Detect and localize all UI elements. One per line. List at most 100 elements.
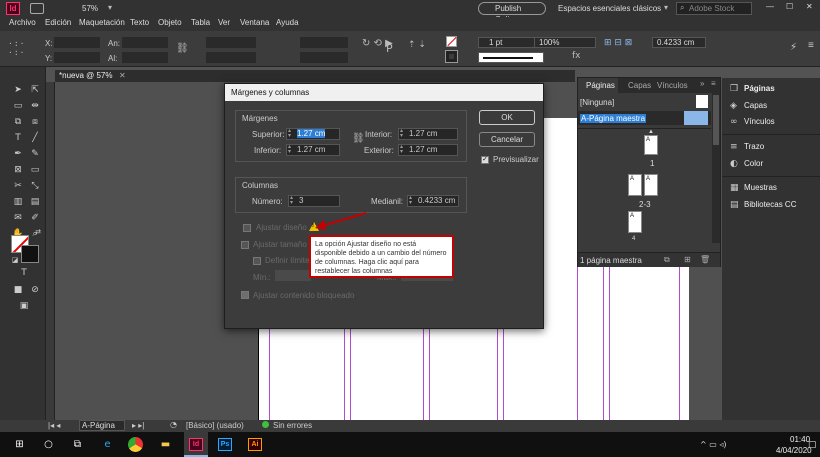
stepper-icon[interactable]: ▴ ▾ xyxy=(400,128,403,139)
taskbar-indesign[interactable]: Id xyxy=(184,432,208,457)
reference-point-icon[interactable]: ·:· ·:· xyxy=(8,39,25,57)
constrain-proportions-icon[interactable]: ⛓ xyxy=(176,43,189,54)
page-4-thumb[interactable]: A xyxy=(628,211,642,233)
minimize-icon[interactable]: — xyxy=(766,2,774,11)
define-limits-checkbox[interactable] xyxy=(253,257,261,265)
link-margins-icon[interactable]: ⛓ xyxy=(352,133,365,144)
apply-none-icon[interactable]: ⊘ xyxy=(29,285,41,296)
page-2-thumb[interactable]: A xyxy=(628,174,642,196)
dock-pages[interactable]: ❒ Páginas xyxy=(730,84,775,94)
adjust-layout-checkbox[interactable] xyxy=(243,224,251,232)
cancel-button[interactable]: Cancelar xyxy=(479,132,535,147)
free-transform-tool-icon[interactable]: ⤡ xyxy=(29,181,41,192)
apply-color-icon[interactable]: ■ xyxy=(12,285,24,296)
warning-tooltip[interactable]: La opción Ajustar diseño no está disponi… xyxy=(309,235,454,278)
rotate-field[interactable] xyxy=(300,37,348,48)
inside-margin-field[interactable]: ▴ ▾ 1.27 cm xyxy=(398,128,458,140)
notifications-icon[interactable]: ▢ xyxy=(808,440,817,450)
min-field[interactable] xyxy=(275,270,311,281)
content-collector-icon[interactable]: ⧉ xyxy=(12,117,24,128)
formatting-text-icon[interactable]: T xyxy=(18,268,30,279)
menu-ver[interactable]: Ver xyxy=(218,18,230,27)
eyedropper-tool-icon[interactable]: ✐ xyxy=(29,213,41,224)
page-1-thumb[interactable]: A xyxy=(644,135,658,155)
menu-ayuda[interactable]: Ayuda xyxy=(276,18,299,27)
gradient-feather-tool-icon[interactable]: ▤ xyxy=(29,197,41,208)
scissors-tool-icon[interactable]: ✂ xyxy=(12,181,24,192)
panel-options-icon[interactable]: ≡ xyxy=(711,79,716,88)
swap-colors-icon[interactable]: ⇄ xyxy=(32,227,44,238)
stepper-icon[interactable]: ▴ ▾ xyxy=(400,144,403,155)
outside-margin-field[interactable]: ▴ ▾ 1.27 cm xyxy=(398,144,458,156)
dock-stroke[interactable]: ≡ Trazo xyxy=(730,142,764,152)
tab-layers[interactable]: Capas xyxy=(628,81,651,90)
spacing-field[interactable]: 0.4233 cm xyxy=(652,37,706,48)
delete-page-icon[interactable]: 🗑 xyxy=(700,255,710,264)
direct-selection-tool-icon[interactable]: ⇱ xyxy=(29,85,41,96)
note-tool-icon[interactable]: ✉ xyxy=(12,213,24,224)
preflight-profile-icon[interactable]: ◔ xyxy=(170,420,177,429)
fill-swatch[interactable] xyxy=(446,36,457,47)
adjust-locked-checkbox[interactable] xyxy=(241,291,249,299)
bottom-margin-field[interactable]: ▴ ▾ 1.27 cm xyxy=(286,144,340,156)
close-icon[interactable]: ✕ xyxy=(806,2,813,11)
chrome-icon[interactable] xyxy=(128,437,143,452)
dock-swatches[interactable]: ▦ Muestras xyxy=(730,183,777,193)
stepper-icon[interactable]: ▴ ▾ xyxy=(290,195,293,206)
edit-page-size-icon[interactable]: ⧉ xyxy=(664,255,670,265)
menu-maquetacion[interactable]: Maquetación xyxy=(79,18,125,27)
panel-menu-icon[interactable]: ≡ xyxy=(808,40,814,51)
gutter-field[interactable]: ▴ ▾ 0.4233 cm xyxy=(407,195,459,207)
quick-apply-icon[interactable]: ⚡ xyxy=(790,42,797,53)
page-tool-icon[interactable]: ▭ xyxy=(12,101,24,112)
workspace-dropdown-icon[interactable]: ▾ xyxy=(664,3,668,12)
default-colors-icon[interactable]: ◪ xyxy=(9,255,21,266)
h-field[interactable] xyxy=(122,52,168,63)
align-icons[interactable]: ⊞ ⊟ ⊠ xyxy=(604,38,632,48)
rectangle-frame-tool-icon[interactable]: ⊠ xyxy=(12,165,24,176)
photoshop-taskbar-icon[interactable]: Ps xyxy=(218,438,232,451)
page-3-thumb[interactable]: A xyxy=(644,174,658,196)
preview-checkbox[interactable]: ✓ xyxy=(481,156,489,164)
master-none-item[interactable]: [Ninguna] xyxy=(580,98,614,107)
top-margin-field[interactable]: ▴ ▾ 1.27 cm xyxy=(286,128,340,140)
ok-button[interactable]: OK xyxy=(479,110,535,125)
style-status[interactable]: [Básico] (usado) xyxy=(186,421,244,430)
screen-mode-icon[interactable]: ▣ xyxy=(18,301,30,312)
menu-texto[interactable]: Texto xyxy=(130,18,149,27)
gradient-tool-icon[interactable]: ▥ xyxy=(12,197,24,208)
maximize-icon[interactable]: ☐ xyxy=(786,2,793,11)
preflight-status[interactable]: Sin errores xyxy=(273,421,312,430)
pencil-tool-icon[interactable]: ✎ xyxy=(29,149,41,160)
gap-tool-icon[interactable]: ⇹ xyxy=(29,101,41,112)
menu-ventana[interactable]: Ventana xyxy=(240,18,269,27)
w-field[interactable] xyxy=(122,37,168,48)
task-view-icon[interactable]: ⧉ xyxy=(70,437,85,452)
document-tab[interactable]: *nueva @ 57% xyxy=(59,71,113,80)
publish-online-button[interactable]: Publish Online xyxy=(478,2,546,24)
tab-close-icon[interactable]: ✕ xyxy=(119,71,126,80)
adjust-size-checkbox[interactable] xyxy=(241,241,249,249)
new-page-icon[interactable]: ⊞ xyxy=(684,255,691,264)
tab-links[interactable]: Vínculos xyxy=(657,81,688,90)
y-field[interactable] xyxy=(54,52,100,63)
flip-vertical-icon[interactable]: P xyxy=(386,42,393,55)
menu-edicion[interactable]: Edición xyxy=(45,18,71,27)
panel-collapse-icon[interactable]: » xyxy=(700,79,704,88)
file-explorer-icon[interactable]: ▬ xyxy=(158,437,173,452)
system-tray-icons[interactable]: ^ ▭ ◃) xyxy=(700,440,726,449)
scale-y-field[interactable] xyxy=(206,52,256,63)
stepper-icon[interactable]: ▴ ▾ xyxy=(409,195,412,206)
type-tool-icon[interactable]: T xyxy=(12,133,24,144)
master-a-label[interactable]: A-Página maestra xyxy=(580,114,647,123)
dock-layers[interactable]: ◈ Capas xyxy=(730,101,767,111)
scale-x-field[interactable] xyxy=(206,37,256,48)
stepper-icon[interactable]: ▴ ▾ xyxy=(288,128,291,139)
workspace-switcher[interactable]: Espacios esenciales clásicos xyxy=(558,4,661,13)
opacity-field[interactable]: 100% xyxy=(534,37,596,48)
windows-start-icon[interactable]: ⊞ xyxy=(12,437,27,452)
content-placer-icon[interactable]: ⧈ xyxy=(29,117,41,128)
selection-tool-icon[interactable]: ➤ xyxy=(12,85,24,96)
dock-color[interactable]: ◐ Color xyxy=(730,159,763,169)
clock-date[interactable]: 4/04/2020 xyxy=(776,446,812,455)
